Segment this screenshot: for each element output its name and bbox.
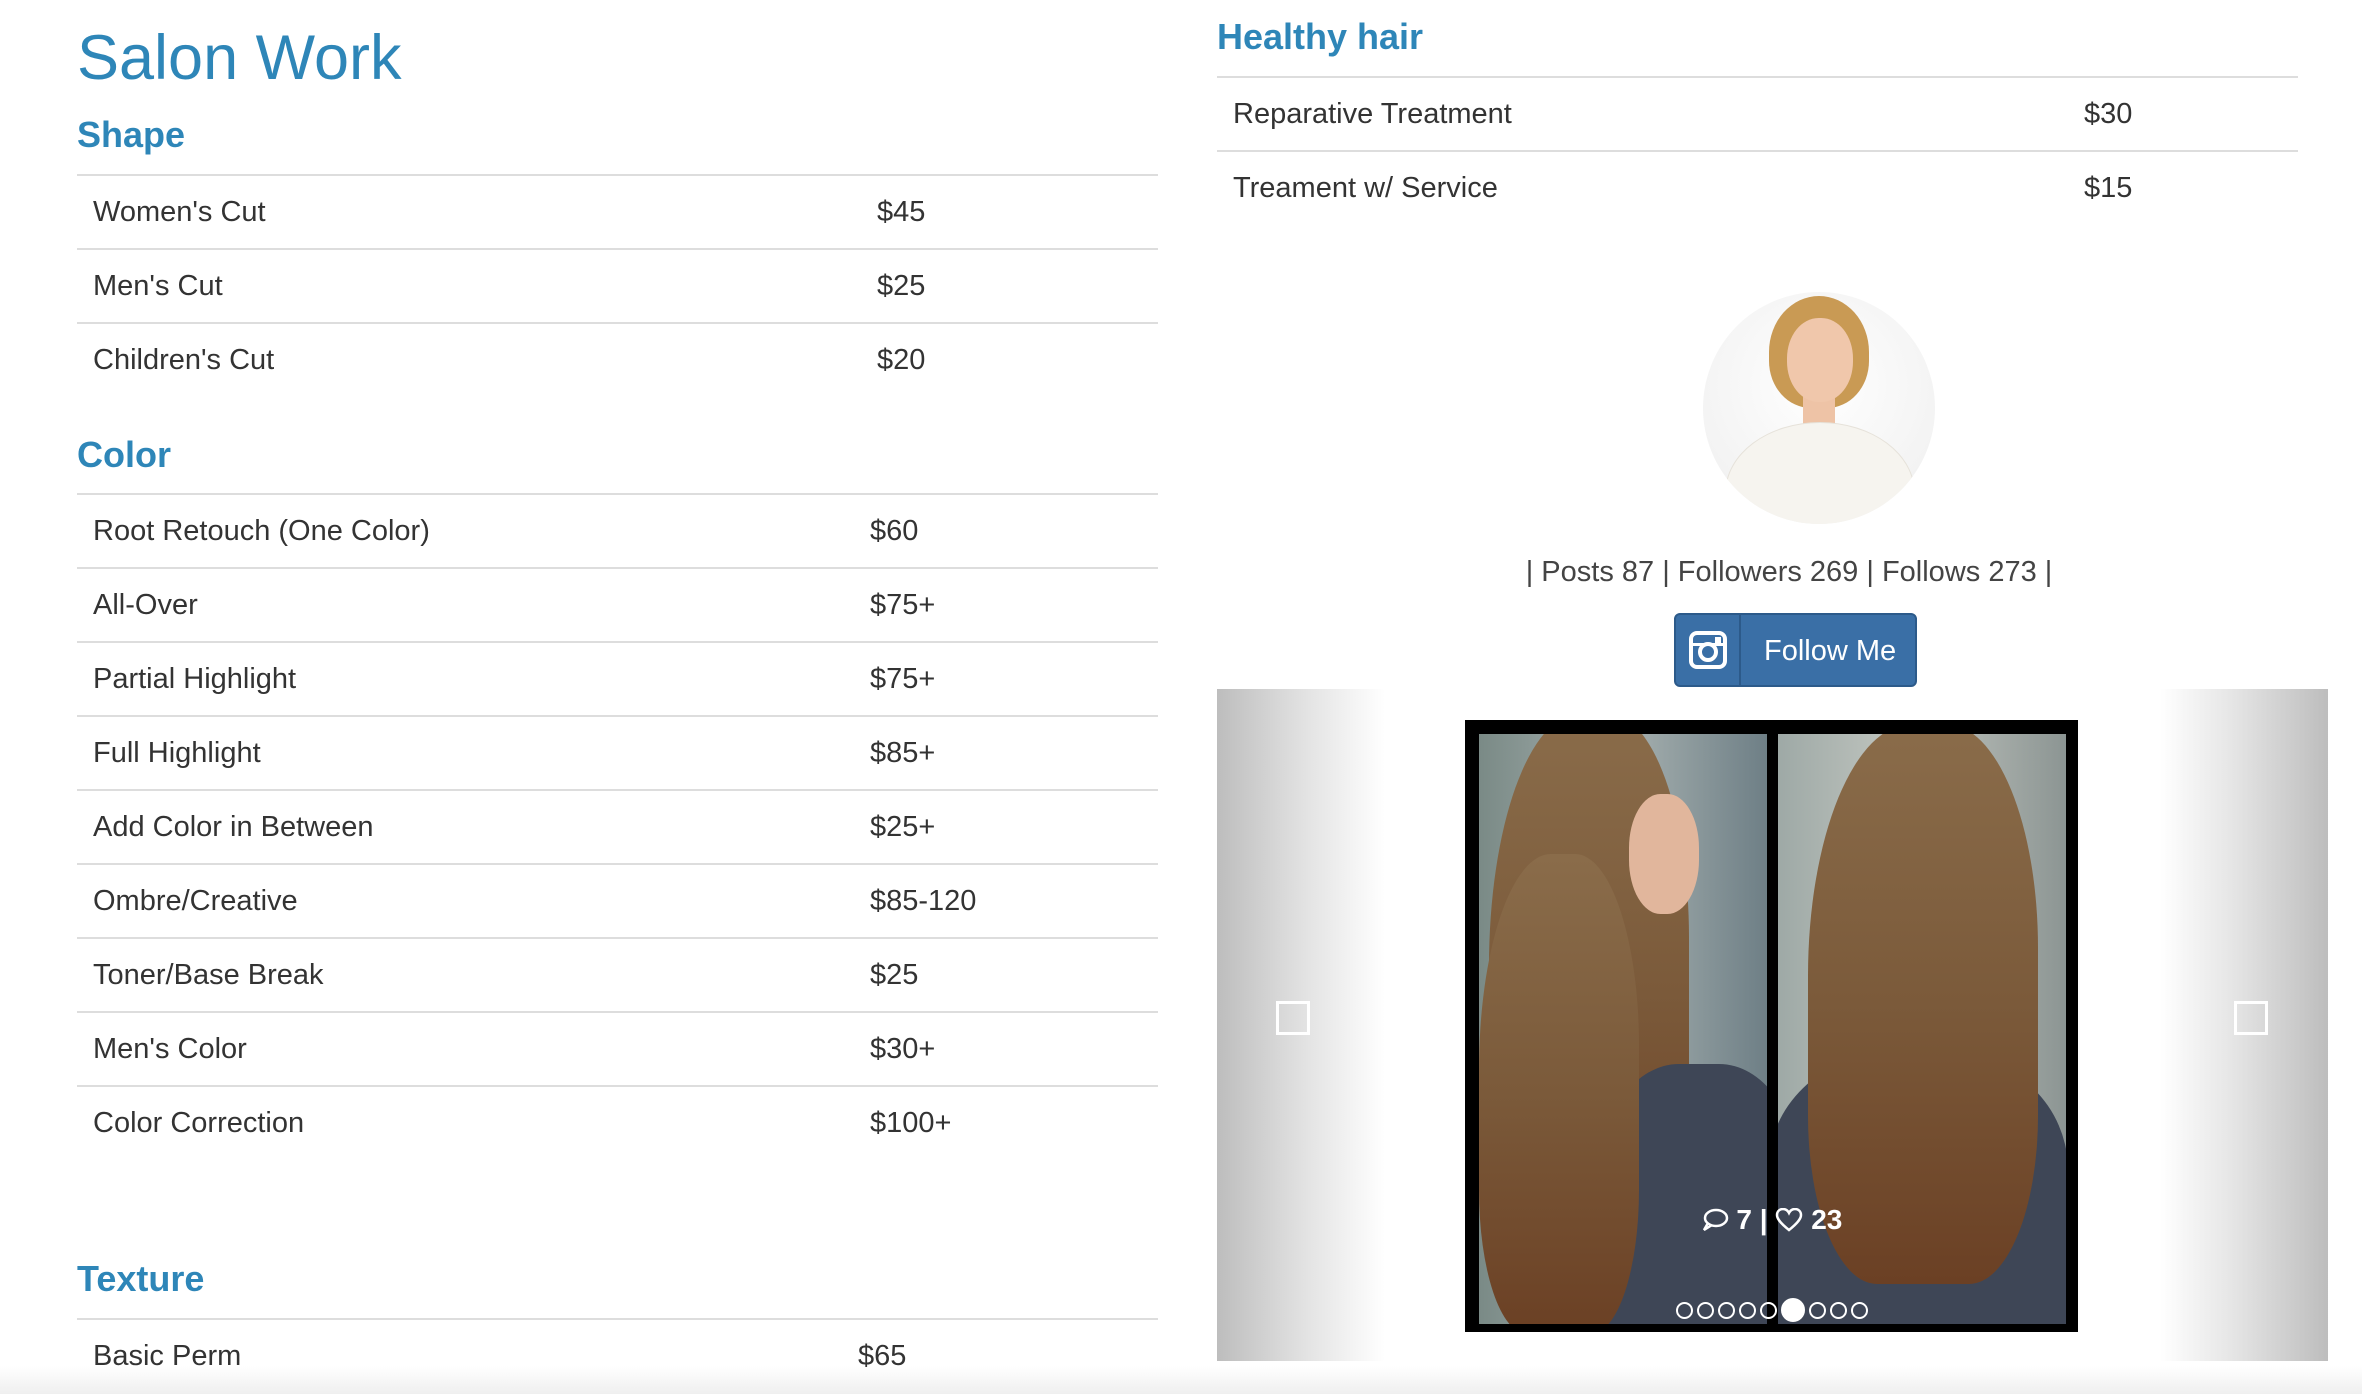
follow-me-label: Follow Me [1764,635,1897,667]
carousel-prev-button[interactable] [1217,689,1385,1361]
carousel-dot[interactable] [1738,1301,1756,1319]
carousel-dot[interactable] [1759,1301,1777,1319]
carousel-dot[interactable] [1829,1301,1847,1319]
service-price: $75+ [870,641,1158,716]
photo-engagement: 7 | 23 [1465,1204,2078,1236]
carousel-dot[interactable] [1717,1301,1735,1319]
table-row: Women's Cut $45 [77,174,1158,249]
price-table-shape: Women's Cut $45 Men's Cut $25 Children's… [77,174,1158,396]
heart-icon [1776,1207,1803,1232]
carousel-next-button[interactable] [2160,689,2328,1361]
section-title-healthy-hair: Healthy hair [1217,16,1424,57]
carousel-dot[interactable] [1850,1301,1868,1319]
service-price: $75+ [870,567,1158,642]
table-row: Ombre/Creative $85-120 [77,863,1158,938]
table-row: Color Correction $100+ [77,1085,1158,1159]
avatar-face [1787,318,1853,402]
service-name: Men's Color [77,1011,870,1086]
instagram-icon [1676,615,1741,685]
table-row: Toner/Base Break $25 [77,937,1158,1012]
service-price: $25 [877,248,1158,323]
service-price: $20 [877,322,1158,396]
service-price: $15 [2084,150,2298,224]
carousel-dot[interactable] [1780,1298,1805,1322]
service-name: Root Retouch (One Color) [77,493,870,568]
service-price: $85-120 [870,863,1158,938]
table-row: Treament w/ Service $15 [1217,150,2298,224]
follow-me-button[interactable]: Follow Me [1674,613,1917,687]
table-row: Full Highlight $85+ [77,715,1158,790]
service-name: Add Color in Between [77,789,870,864]
avatar-shirt [1725,422,1915,524]
service-name: Reparative Treatment [1217,76,2084,151]
service-name: Men's Cut [77,248,877,323]
profile-avatar[interactable] [1703,292,1935,524]
price-table-healthy-hair: Reparative Treatment $30 Treament w/ Ser… [1217,76,2298,224]
table-row: Reparative Treatment $30 [1217,76,2298,151]
carousel-pagination [1465,1298,2078,1322]
instagram-carousel: 7 | 23 [1217,689,2328,1361]
carousel-dot[interactable] [1675,1301,1693,1319]
bottom-fade [0,1366,2362,1394]
service-price: $25+ [870,789,1158,864]
like-count: 23 [1811,1204,1843,1235]
comment-count: 7 [1736,1204,1752,1235]
service-price: $30 [2084,76,2298,151]
service-price: $25 [870,937,1158,1012]
service-name: All-Over [77,567,870,642]
service-price: $30+ [870,1011,1158,1086]
section-title-color: Color [77,434,171,475]
table-row: Men's Color $30+ [77,1011,1158,1086]
section-title-shape: Shape [77,114,186,155]
table-row: Children's Cut $20 [77,322,1158,396]
price-table-color: Root Retouch (One Color) $60 All-Over $7… [77,493,1158,1159]
instagram-stats: | Posts 87 | Followers 269 | Follows 273… [1525,556,2053,588]
table-row: Men's Cut $25 [77,248,1158,323]
service-name: Women's Cut [77,174,877,249]
comment-icon [1702,1208,1728,1232]
service-name: Full Highlight [77,715,870,790]
table-row: All-Over $75+ [77,567,1158,642]
next-arrow-icon [2234,1001,2268,1035]
table-row: Add Color in Between $25+ [77,789,1158,864]
service-name: Ombre/Creative [77,863,870,938]
service-price: $85+ [870,715,1158,790]
service-price: $45 [877,174,1158,249]
table-row: Root Retouch (One Color) $60 [77,493,1158,568]
section-title-texture: Texture [77,1258,205,1299]
service-name: Color Correction [77,1085,870,1159]
prev-arrow-icon [1276,1001,1310,1035]
service-name: Children's Cut [77,322,877,396]
service-name: Toner/Base Break [77,937,870,1012]
table-row: Partial Highlight $75+ [77,641,1158,716]
carousel-dot[interactable] [1808,1301,1826,1319]
page-title: Salon Work [77,23,402,93]
service-name: Treament w/ Service [1217,150,2084,224]
service-price: $100+ [870,1085,1158,1159]
instagram-photo[interactable]: 7 | 23 [1465,720,2078,1332]
service-price: $60 [870,493,1158,568]
service-name: Partial Highlight [77,641,870,716]
carousel-dot[interactable] [1696,1301,1714,1319]
stat-separator: | [1759,1204,1768,1235]
